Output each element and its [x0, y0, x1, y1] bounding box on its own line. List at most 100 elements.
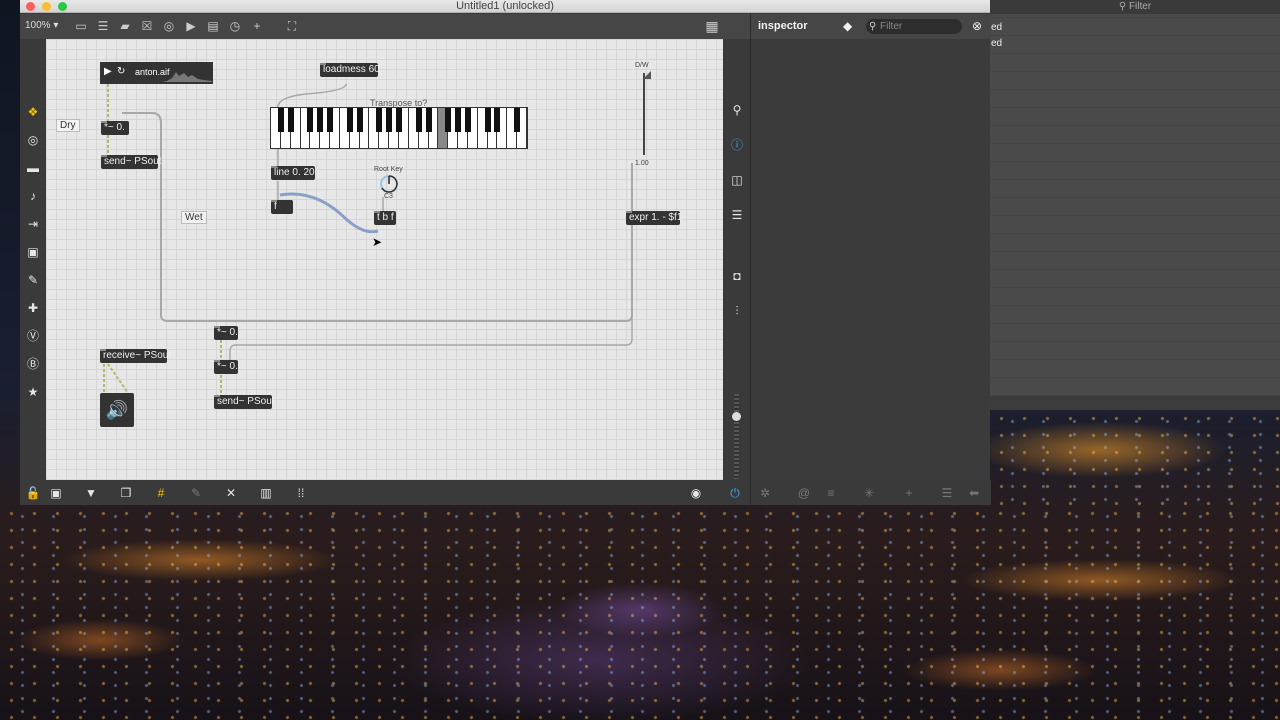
vst-icon[interactable]: Ⓥ — [25, 328, 41, 344]
float-object[interactable]: f — [271, 200, 293, 214]
minimize-window-button[interactable] — [42, 2, 51, 11]
black-key[interactable] — [327, 108, 334, 132]
send-object-bottom[interactable]: send~ PSout — [214, 395, 275, 409]
sfplay-object[interactable]: ▶ ↻ anton.aif — [100, 62, 213, 84]
speaker-icon: 🔊 — [105, 400, 129, 420]
favorites-star-icon[interactable]: ★ — [25, 384, 41, 400]
expr-object[interactable]: expr 1. - $f1 — [626, 211, 682, 225]
loadmess-object[interactable]: loadmess 60 — [320, 63, 380, 77]
tools-icon[interactable]: ✕ — [223, 485, 239, 501]
settings-icon[interactable]: ✲ — [757, 485, 773, 501]
at-icon[interactable]: @ — [796, 485, 812, 501]
inspector-title: inspector — [758, 20, 808, 32]
dry-wet-slider[interactable] — [643, 73, 645, 155]
paperclip-icon[interactable]: ✎ — [25, 272, 41, 288]
patcher-bottom-toolbar: 🔓 ▣ ▼ ❐ # ✎ ✕ ▥ ⁞⁞ ◉ ⏻ — [20, 480, 750, 505]
info-icon[interactable]: ⓘ — [729, 137, 745, 153]
apps-grid-icon[interactable]: ⁞⁞ — [293, 485, 309, 501]
black-key[interactable] — [455, 108, 462, 132]
black-key[interactable] — [415, 108, 422, 132]
connect-icon[interactable]: ⇥ — [25, 216, 41, 232]
zoom-level-menu[interactable]: 100% ▾ — [25, 20, 58, 31]
camera-icon[interactable]: ◘ — [729, 268, 745, 284]
close-window-button[interactable] — [26, 2, 35, 11]
black-key[interactable] — [356, 108, 363, 132]
diamond-icon[interactable]: ◆ — [843, 19, 852, 33]
button-object-icon[interactable]: ▶ — [184, 19, 198, 33]
sliders-icon[interactable]: ≡ — [823, 485, 839, 501]
dac-speaker-object[interactable]: 🔊 — [100, 393, 134, 427]
black-key[interactable] — [376, 108, 383, 132]
fullscreen-icon[interactable]: ▼ — [83, 485, 99, 501]
target-icon[interactable]: ◎ — [25, 132, 41, 148]
black-key[interactable] — [307, 108, 314, 132]
black-key[interactable] — [484, 108, 491, 132]
audio-power-icon[interactable]: ⏻ — [727, 485, 743, 501]
asterisk-icon[interactable]: ✳ — [861, 485, 877, 501]
add-object-icon[interactable]: + — [250, 19, 264, 33]
gain-object-top[interactable]: *~ 0. — [101, 121, 129, 135]
background-filter-bar[interactable]: ⚲ Filter — [990, 0, 1280, 14]
black-key[interactable] — [386, 108, 393, 132]
black-key[interactable] — [445, 108, 452, 132]
slider-icon[interactable]: ▤ — [206, 19, 220, 33]
inspector-filter-input[interactable]: ⚲ Filter — [866, 19, 962, 34]
volume-slider-knob[interactable] — [732, 412, 741, 421]
message-box-icon[interactable]: ☰ — [96, 19, 110, 33]
play-icon[interactable]: ▶ — [104, 66, 112, 77]
packages-icon[interactable]: ❖ — [25, 104, 41, 120]
image-icon[interactable]: ▣ — [25, 244, 41, 260]
black-key[interactable] — [317, 108, 324, 132]
dry-wet-value: 1.00 — [635, 160, 649, 167]
black-key[interactable] — [425, 108, 432, 132]
paint-bucket-icon[interactable]: ⛶ — [285, 19, 299, 33]
send-object-top[interactable]: send~ PSout — [101, 155, 162, 169]
inspector-panel: inspector ◆ ⚲ Filter ⊗ ✲ @ ≡ ✳ + ☰ ⬅ — [750, 14, 991, 505]
music-note-icon[interactable]: ♪ — [25, 188, 41, 204]
debug-icon[interactable]: ✎ — [188, 485, 204, 501]
black-key[interactable] — [346, 108, 353, 132]
grid-icon[interactable]: # — [153, 485, 169, 501]
panels-icon[interactable]: ◫ — [729, 172, 745, 188]
dial-icon[interactable]: ◷ — [228, 19, 242, 33]
line-object[interactable]: line 0. 20 — [271, 166, 315, 180]
zoom-window-button[interactable] — [58, 2, 67, 11]
loop-icon[interactable]: ↻ — [117, 66, 125, 77]
black-key[interactable] — [287, 108, 294, 132]
presentation-icon[interactable]: ▣ — [48, 485, 64, 501]
black-key[interactable] — [514, 108, 521, 132]
root-key-dial[interactable] — [378, 173, 400, 195]
trigger-object[interactable]: t b f — [374, 211, 396, 225]
bpatcher-icon[interactable]: Ⓑ — [25, 356, 41, 372]
kslider-keyboard[interactable] — [270, 107, 528, 149]
add-attribute-icon[interactable]: + — [901, 485, 917, 501]
patcher-canvas[interactable]: ▶ ↻ anton.aif Dry *~ 0. send~ PSout Wet … — [46, 39, 723, 480]
gain-object-mid1[interactable]: *~ 0. — [214, 326, 238, 340]
puzzle-icon[interactable]: ✚ — [25, 300, 41, 316]
black-key[interactable] — [464, 108, 471, 132]
black-key[interactable] — [277, 108, 284, 132]
number-box-icon[interactable]: ◎ — [162, 19, 176, 33]
back-arrow-icon[interactable]: ⬅ — [966, 485, 982, 501]
black-key[interactable] — [494, 108, 501, 132]
list-icon[interactable]: ☰ — [729, 207, 745, 223]
play-transport-icon[interactable]: ◉ — [688, 485, 704, 501]
clear-filter-icon[interactable]: ⊗ — [972, 19, 982, 33]
toggle-icon[interactable]: ☒ — [140, 19, 154, 33]
piano-icon[interactable]: ▥ — [258, 485, 274, 501]
new-view-icon[interactable]: ❐ — [118, 485, 134, 501]
slider-handle[interactable] — [643, 71, 651, 79]
grid-view-icon[interactable]: ▦ — [705, 19, 719, 33]
menu-icon[interactable]: ☰ — [939, 485, 955, 501]
mixer-icon[interactable]: ⫶ — [729, 303, 745, 319]
right-sidebar: ⚲ ⓘ ◫ ☰ ◘ ⫶ — [723, 39, 750, 480]
comment-icon[interactable]: ▰ — [118, 19, 132, 33]
gain-object-mid2[interactable]: *~ 0. — [214, 360, 238, 374]
background-row-text: ed — [991, 22, 1003, 33]
new-object-icon[interactable]: ▭ — [74, 19, 88, 33]
black-key[interactable] — [396, 108, 402, 132]
search-icon[interactable]: ⚲ — [729, 102, 745, 118]
receive-object[interactable]: receive~ PSout — [100, 349, 171, 363]
keyboard-icon[interactable]: ▬ — [25, 160, 41, 176]
lock-icon[interactable]: 🔓 — [25, 485, 41, 501]
